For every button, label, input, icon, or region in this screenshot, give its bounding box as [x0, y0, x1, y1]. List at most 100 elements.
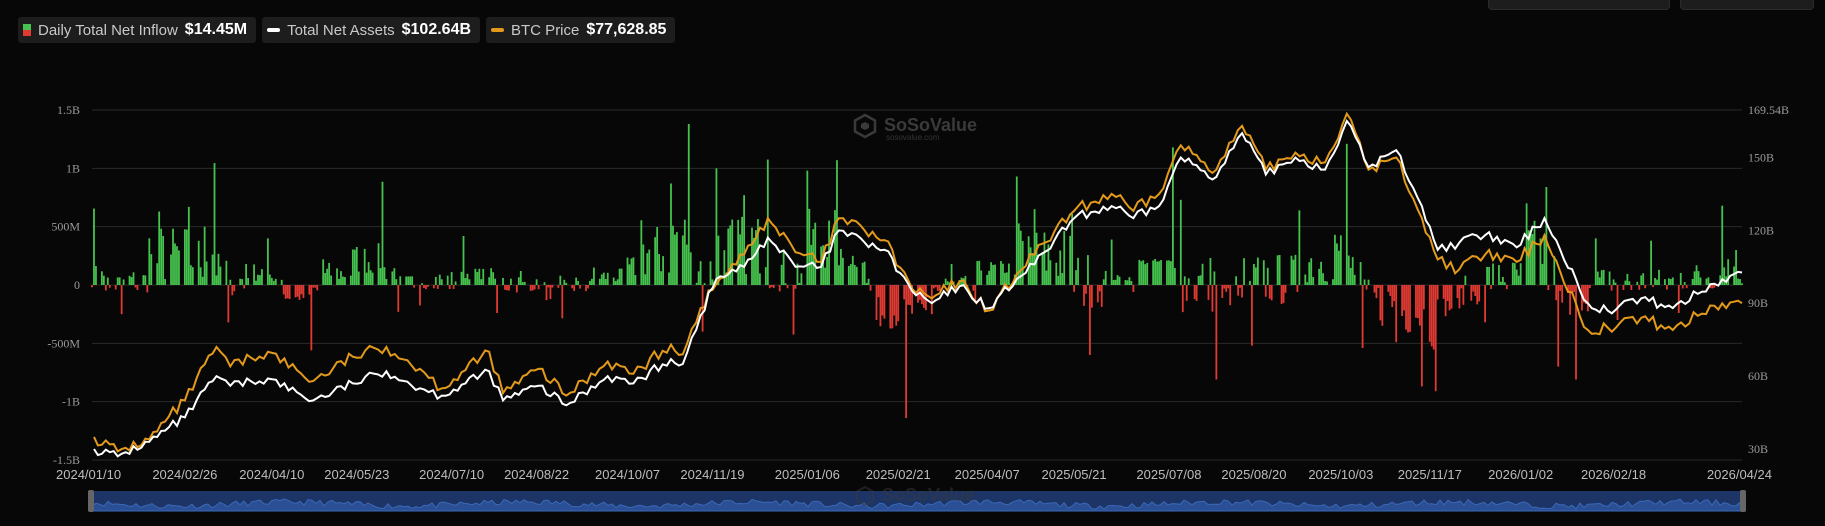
- inflow-bar: [1173, 268, 1176, 285]
- inflow-bar: [782, 249, 785, 285]
- inflow-bar: [986, 274, 989, 285]
- inflow-bar: [436, 285, 439, 289]
- inflow-bar: [160, 228, 163, 285]
- inflow-bar: [1448, 285, 1451, 311]
- inflow-bar: [268, 274, 271, 285]
- inflow-bar: [170, 254, 172, 285]
- inflow-bar: [340, 271, 342, 285]
- inflow-bar: [589, 280, 591, 285]
- inflow-bar: [1557, 285, 1560, 367]
- inflow-bar: [245, 264, 248, 285]
- inflow-bar: [1365, 285, 1368, 290]
- inflow-bar: [468, 279, 471, 285]
- inflow-bar: [640, 220, 643, 285]
- inflow-bar: [490, 268, 493, 285]
- x-tick-label: 2025/10/03: [1308, 467, 1373, 482]
- inflow-bar: [231, 285, 234, 296]
- inflow-bar: [1428, 285, 1431, 342]
- navigator-right-handle[interactable]: [1740, 490, 1746, 512]
- inflow-bar: [1695, 265, 1698, 285]
- inflow-bar: [992, 265, 994, 285]
- navigator[interactable]: SoSoValue: [88, 485, 1746, 512]
- inflow-bar: [1707, 277, 1710, 285]
- inflow-bar: [1624, 280, 1627, 285]
- inflow-bar: [1292, 259, 1295, 285]
- inflow-bar: [1334, 234, 1336, 285]
- inflow-bar: [452, 285, 455, 289]
- inflow-bar: [1033, 209, 1036, 285]
- inflow-bar: [148, 238, 151, 285]
- inflow-bar: [300, 285, 303, 295]
- inflow-bar: [128, 275, 131, 285]
- inflow-bar: [104, 285, 107, 291]
- watermark-sub: sosovalue.com: [886, 133, 940, 142]
- inflow-bar: [1090, 285, 1093, 308]
- inflow-bar: [474, 268, 477, 285]
- inflow-bar: [1513, 263, 1516, 285]
- inflow-bar: [118, 277, 121, 285]
- inflow-bar: [1207, 285, 1210, 300]
- inflow-bar: [1280, 285, 1283, 305]
- inflow-bar: [1264, 285, 1267, 297]
- inflow-bar: [274, 278, 277, 285]
- inflow-bar: [120, 285, 123, 315]
- inflow-bar: [1500, 281, 1502, 285]
- inflow-bar: [338, 278, 340, 285]
- inflow-bar: [598, 278, 601, 285]
- inflow-bar: [1671, 277, 1674, 285]
- inflow-bar: [448, 285, 451, 289]
- inflow-bar: [1462, 285, 1465, 305]
- inflow-bar: [907, 285, 910, 305]
- inflow-bar: [215, 275, 218, 285]
- x-tick-label: 2025/07/08: [1136, 467, 1201, 482]
- right-tick-label: 60B: [1748, 369, 1768, 383]
- inflow-bar: [1650, 240, 1652, 285]
- inflow-bar: [681, 235, 684, 285]
- inflow-bar: [355, 247, 358, 285]
- inflow-bar: [798, 282, 801, 285]
- inflow-bar: [1353, 274, 1356, 285]
- inflow-bar: [1170, 261, 1172, 285]
- inflow-bar: [122, 279, 125, 285]
- inflow-bar: [1515, 269, 1518, 285]
- inflow-bar: [1393, 285, 1396, 302]
- inflow-bar: [330, 275, 332, 285]
- inflow-bar: [533, 285, 536, 290]
- inflow-bar: [253, 264, 255, 285]
- inflow-bar: [462, 236, 465, 285]
- inflow-bar: [994, 264, 996, 285]
- inflow-bar: [883, 285, 886, 319]
- inflow-bar: [326, 268, 329, 285]
- navigator-left-handle[interactable]: [88, 490, 94, 512]
- inflow-bar: [144, 275, 147, 285]
- right-tick-label: 120B: [1748, 223, 1774, 237]
- inflow-bar: [1476, 285, 1479, 305]
- inflow-bar: [792, 285, 795, 335]
- inflow-bar: [1235, 276, 1238, 285]
- inflow-bar: [1306, 282, 1309, 285]
- left-tick-label: -1.5B: [53, 453, 80, 467]
- inflow-bar: [91, 285, 93, 288]
- inflow-bar: [630, 258, 633, 285]
- inflow-bar: [328, 262, 331, 285]
- inflow-bar: [1223, 285, 1226, 289]
- inflow-bar: [1253, 263, 1255, 285]
- inflow-bar: [314, 285, 317, 288]
- inflow-bar: [889, 285, 892, 329]
- inflow-bar: [1642, 273, 1645, 285]
- inflow-bar: [893, 285, 896, 316]
- inflow-bar: [1417, 285, 1419, 319]
- inflow-bar: [689, 252, 692, 285]
- inflow-bar: [543, 282, 546, 285]
- inflow-bar: [879, 285, 882, 327]
- inflow-bar: [1517, 275, 1520, 285]
- inflow-bar: [239, 278, 242, 285]
- inflow-bar: [1464, 275, 1467, 285]
- inflow-bar: [1324, 280, 1326, 285]
- x-tick-label: 2024/11/19: [680, 467, 744, 482]
- inflow-bar: [1183, 276, 1186, 285]
- inflow-bar: [367, 262, 370, 285]
- inflow-bar: [1254, 267, 1257, 285]
- inflow-bar: [855, 266, 858, 285]
- inflow-bar: [604, 278, 607, 285]
